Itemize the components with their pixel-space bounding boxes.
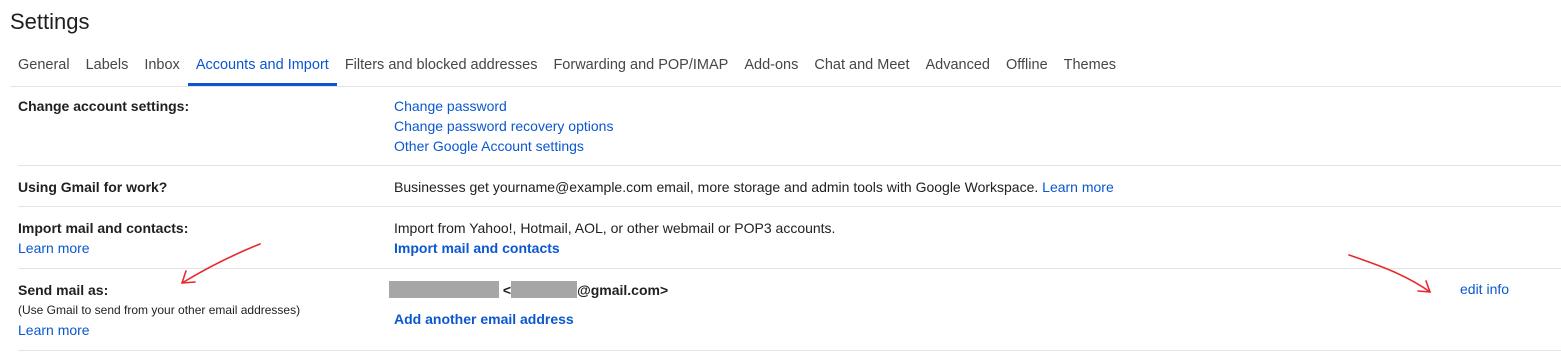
gmail-work-description: Businesses get yourname@example.com emai… [394,179,1039,195]
tab-filters[interactable]: Filters and blocked addresses [337,54,546,86]
email-domain: @gmail.com> [577,282,669,298]
tab-labels[interactable]: Labels [78,54,137,86]
settings-tabs: General Labels Inbox Accounts and Import… [10,54,1124,86]
send-mail-row: Send mail as: (Use Gmail to send from yo… [18,269,1561,351]
tab-add-ons[interactable]: Add-ons [736,54,806,86]
add-email-address-link[interactable]: Add another email address [394,311,574,327]
tab-general[interactable]: General [10,54,78,86]
change-account-row: Change account settings: Change password… [18,87,1561,166]
tab-themes[interactable]: Themes [1056,54,1124,86]
import-mail-row: Import mail and contacts: Learn more Imp… [18,207,1561,269]
change-password-link[interactable]: Change password [394,98,507,114]
gmail-work-text: Businesses get yourname@example.com emai… [394,179,1114,195]
send-mail-learn-more-link[interactable]: Learn more [18,322,90,338]
page-title: Settings [10,9,90,34]
import-description: Import from Yahoo!, Hotmail, AOL, or oth… [394,220,836,236]
tab-chat-and-meet[interactable]: Chat and Meet [806,54,917,86]
gmail-work-row: Using Gmail for work? Businesses get you… [18,166,1561,207]
tab-advanced[interactable]: Advanced [917,54,998,86]
email-open-bracket: < [502,282,512,298]
tab-offline[interactable]: Offline [998,54,1056,86]
gmail-work-learn-more-link[interactable]: Learn more [1042,179,1114,195]
send-mail-note: (Use Gmail to send from your other email… [18,303,301,317]
import-learn-more-link[interactable]: Learn more [18,240,90,256]
redacted-email-user [511,281,578,298]
google-account-settings-link[interactable]: Other Google Account settings [394,138,584,154]
tab-accounts-and-import[interactable]: Accounts and Import [187,54,337,86]
import-mail-action-link[interactable]: Import mail and contacts [394,240,560,256]
import-mail-label: Import mail and contacts: [18,220,189,236]
edit-info-link[interactable]: edit info [1460,281,1509,297]
gmail-work-label: Using Gmail for work? [18,179,168,195]
change-recovery-link[interactable]: Change password recovery options [394,118,613,134]
send-as-address: < @gmail.com> [389,281,668,298]
tab-forwarding[interactable]: Forwarding and POP/IMAP [545,54,736,86]
change-account-label: Change account settings: [18,98,190,114]
redacted-name [389,281,499,298]
tab-inbox[interactable]: Inbox [136,54,187,86]
send-mail-label: Send mail as: [18,282,109,298]
